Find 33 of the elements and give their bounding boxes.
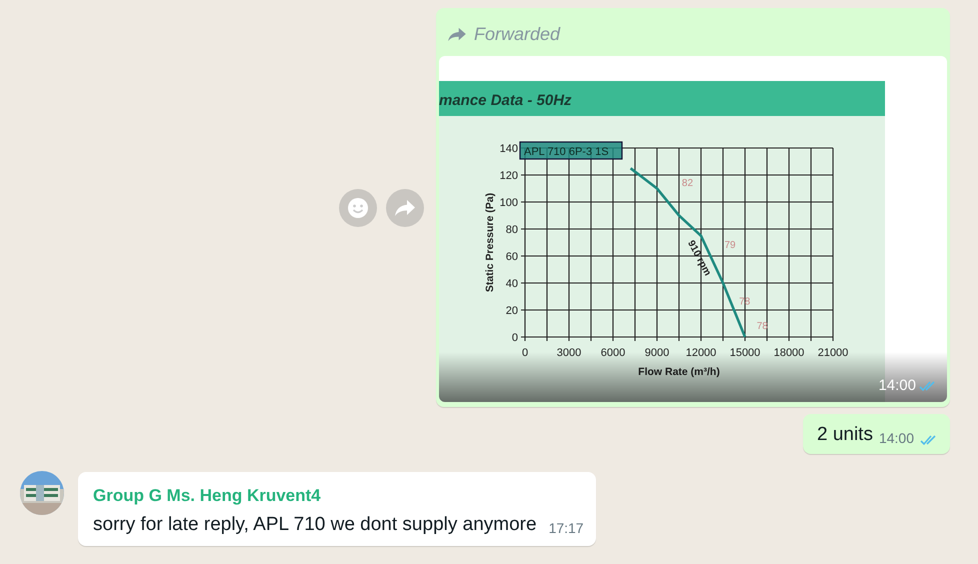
forward-icon (447, 26, 467, 42)
axis-tick-label: 12000 (686, 347, 716, 359)
chart-annotation: 79 (724, 240, 736, 251)
smiley-icon (347, 196, 369, 218)
forward-button[interactable] (386, 188, 424, 226)
axis-tick-label: 21000 (818, 347, 848, 359)
document-header: mance Data - 50Hz (439, 92, 572, 109)
chart-annotation: 82 (682, 178, 694, 189)
message-time: 14:00 (878, 430, 914, 446)
forward-icon (394, 198, 416, 216)
axis-tick-label: 140 (500, 143, 518, 155)
axis-tick-label: 0 (522, 347, 528, 359)
axis-tick-label: 6000 (600, 347, 626, 359)
axis-tick-label: 80 (506, 224, 518, 236)
emoji-button[interactable] (339, 188, 377, 226)
message-time: 14:00 (878, 377, 916, 394)
axis-tick-label: 3000 (556, 347, 582, 359)
axis-tick-label: 40 (506, 278, 518, 290)
legend-box: APL 710 6P-3 1S (519, 141, 623, 160)
axis-tick-label: 15000 (730, 347, 760, 359)
forwarded-label: Forwarded (474, 24, 560, 44)
axis-tick-label: 9000 (644, 347, 670, 359)
message-text: sorry for late reply, APL 710 we dont supply anymore (93, 514, 537, 536)
axis-tick-label: 60 (506, 251, 518, 263)
axis-tick-label: 120 (500, 170, 518, 182)
axis-tick-label: 20 (506, 305, 518, 317)
axis-tick-label: 18000 (774, 347, 804, 359)
axis-tick-label: 0 (512, 332, 518, 344)
message-time: 17:17 (548, 520, 584, 536)
axis-title: Flow Rate (m³/h) (638, 366, 720, 378)
axis-title: Static Pressure (Pa) (484, 192, 496, 292)
axis-tick-label: 100 (500, 197, 518, 209)
message-text: 2 units (816, 424, 873, 446)
